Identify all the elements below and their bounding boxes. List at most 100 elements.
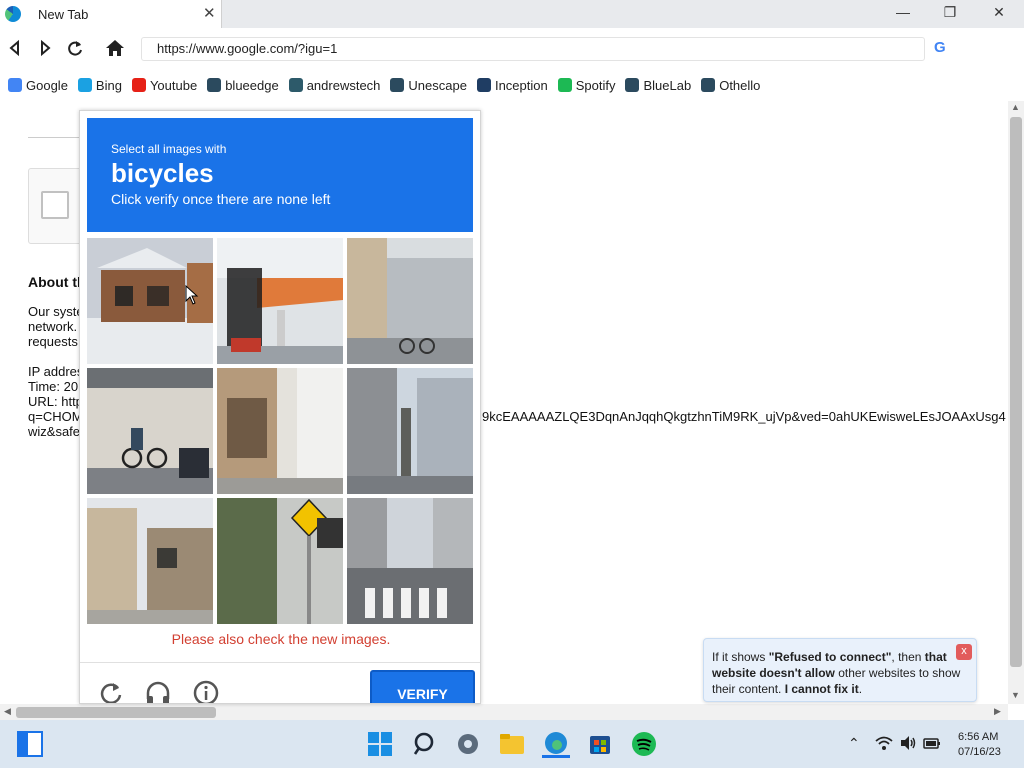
bookmark-bing[interactable]: Bing (77, 77, 122, 93)
home-icon (106, 40, 124, 56)
time-line: Time: 20 (28, 379, 79, 394)
blueedge-icon (207, 78, 222, 92)
back-arrow-icon (9, 39, 19, 57)
bing-icon (77, 78, 92, 92)
clock-time[interactable]: 6:56 AM (958, 731, 998, 743)
tab-close-button[interactable]: ✕ (203, 4, 216, 22)
inception-icon (476, 78, 491, 92)
clock-date[interactable]: 07/16/23 (958, 746, 1001, 758)
wifi-icon[interactable] (875, 735, 893, 754)
unescape-icon (390, 78, 405, 92)
captcha-dialog: Select all images with bicycles Click ve… (79, 110, 481, 704)
bookmark-unescape[interactable]: Unescape (390, 78, 467, 93)
back-button[interactable] (4, 37, 26, 59)
bookmark-google[interactable]: Google (8, 78, 68, 93)
scroll-right-icon[interactable]: ▶ (994, 706, 1001, 717)
bookmark-label: Inception (494, 77, 548, 93)
search-icon[interactable] (411, 730, 439, 758)
verify-button[interactable]: VERIFY (370, 670, 475, 703)
forward-arrow-icon (41, 39, 51, 57)
para-line: Our syste (28, 304, 84, 319)
battery-icon[interactable] (923, 735, 941, 754)
tooltip-text: . (858, 682, 863, 696)
minimize-button[interactable]: — (888, 4, 918, 24)
tab-title: New Tab (38, 7, 89, 22)
bookmark-andrewstech[interactable]: andrewstech (288, 77, 381, 93)
google-icon[interactable]: G (934, 39, 946, 56)
browser-tab[interactable]: New Tab ✕ (0, 0, 222, 28)
para-line: requests (28, 334, 78, 349)
refresh-icon[interactable] (97, 679, 125, 703)
building-street-tile[interactable] (347, 368, 473, 494)
spotify-icon (557, 78, 572, 92)
edge-taskbar-icon[interactable] (542, 730, 570, 758)
captcha-sub-instruction: Click verify once there are none left (111, 191, 331, 207)
home-button[interactable] (104, 37, 126, 59)
captcha-header: Select all images with bicycles Click ve… (87, 118, 473, 232)
old-houses-tile[interactable] (87, 498, 213, 624)
bookmark-inception[interactable]: Inception (476, 77, 548, 93)
widgets-icon[interactable] (17, 731, 43, 757)
settings-gear-icon[interactable] (454, 730, 482, 758)
reload-button[interactable] (64, 37, 86, 59)
about-heading: About th (28, 274, 86, 290)
road-sign-tile[interactable] (217, 498, 343, 624)
volume-icon[interactable] (899, 735, 917, 754)
captcha-notice: Please also check the new images. (171, 631, 391, 647)
bookmark-youtube[interactable]: Youtube (131, 77, 198, 93)
url-line: q=CHOM (28, 409, 83, 424)
bookmark-label: andrewstech (306, 77, 381, 93)
othello-icon (701, 78, 716, 92)
scroll-down-icon[interactable]: ▼ (1011, 690, 1020, 700)
bookmark-label: Spotify (575, 77, 616, 93)
reload-icon (68, 41, 82, 56)
divider (28, 137, 80, 138)
scroll-left-icon[interactable]: ◀ (4, 706, 11, 717)
bookmark-label: Othello (719, 77, 761, 93)
address-text[interactable]: https://www.google.com/?igu=1 (157, 41, 337, 56)
captcha-instruction: Select all images with (111, 142, 227, 156)
tooltip-text-bold: "Refused to connect" (768, 650, 892, 664)
headphones-icon[interactable] (144, 679, 172, 703)
url-line: URL: http (28, 394, 83, 409)
chevron-up-icon[interactable]: ⌃ (848, 735, 860, 752)
bookmark-blueedge[interactable]: blueedge (207, 78, 279, 93)
carport-bikes-tile[interactable] (87, 368, 213, 494)
edge-icon (5, 6, 21, 22)
narrow-alley-tile[interactable] (217, 368, 343, 494)
url-tail: 9kcEAAAAAZLQE3DqnAnJqqhQkgtzhnTiM9RK_ujV… (482, 409, 1006, 424)
info-icon[interactable] (192, 679, 220, 703)
para-line: network. (28, 319, 78, 334)
bookmark-label: Google (26, 77, 68, 93)
street-bikes-tile[interactable] (347, 238, 473, 364)
spotify-taskbar-icon[interactable] (630, 730, 658, 758)
windows-start-icon[interactable] (366, 730, 394, 758)
bookmark-label: Youtube (149, 77, 198, 93)
ip-line: IP addres (28, 364, 84, 379)
forward-button[interactable] (34, 37, 56, 59)
divider (80, 662, 480, 663)
file-explorer-icon[interactable] (498, 730, 526, 758)
gas-station-tile[interactable] (217, 238, 343, 364)
maximize-button[interactable]: ❐ (935, 4, 965, 24)
url-line: wiz&safe (28, 424, 81, 439)
store-icon[interactable] (586, 730, 614, 758)
crosswalk-tile[interactable] (347, 498, 473, 624)
tooltip-text: If it shows (712, 650, 769, 664)
horizontal-scroll-thumb[interactable] (16, 707, 216, 718)
bookmark-othello[interactable]: Othello (701, 78, 760, 93)
bookmark-spotify[interactable]: Spotify (557, 77, 616, 93)
bookmark-label: Bing (95, 77, 122, 93)
recaptcha-checkbox[interactable] (41, 191, 69, 219)
google-icon (8, 78, 22, 92)
bookmark-bluelab[interactable]: BlueLab (625, 78, 691, 93)
bookmarks-bar: Google Bing Youtube blueedge andrewstech Unes… (0, 72, 1024, 98)
tooltip-close-button[interactable]: x (956, 644, 972, 660)
youtube-icon (131, 78, 146, 92)
captcha-target: bicycles (111, 158, 214, 188)
bookmark-label: Unescape (408, 77, 467, 93)
scroll-up-icon[interactable]: ▲ (1011, 102, 1020, 112)
vertical-scroll-thumb[interactable] (1010, 117, 1022, 667)
close-window-button[interactable]: ✕ (984, 4, 1014, 24)
bookmark-label: blueedge (225, 77, 279, 93)
